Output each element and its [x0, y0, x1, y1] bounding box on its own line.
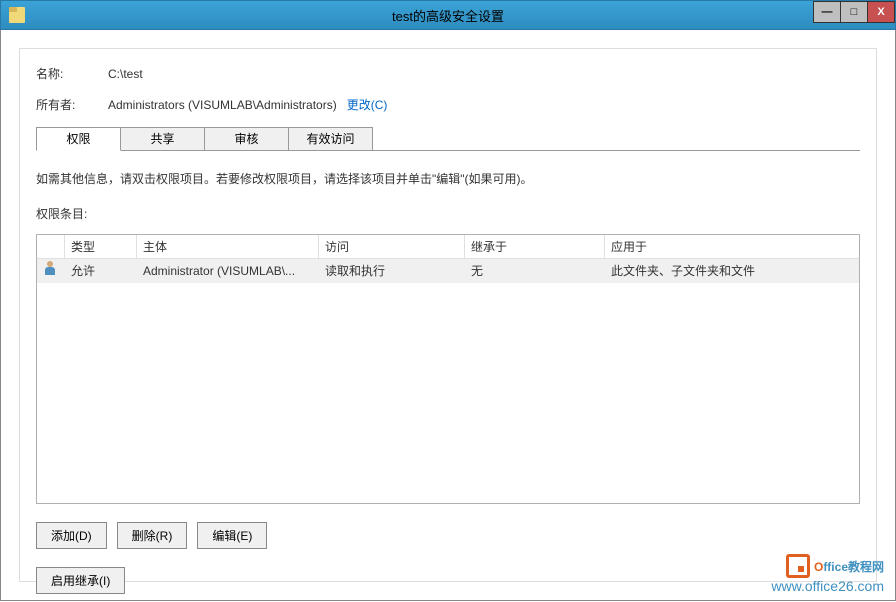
button-row: 添加(D) 删除(R) 编辑(E) — [36, 522, 860, 549]
name-row: 名称: C:\test — [36, 65, 860, 82]
row-applies: 此文件夹、子文件夹和文件 — [605, 259, 859, 283]
permissions-table: 类型 主体 访问 继承于 应用于 允许 Administrator (VISUM… — [36, 234, 860, 504]
owner-label: 所有者: — [36, 96, 108, 113]
instructions-text: 如需其他信息，请双击权限项目。若要修改权限项目，请选择该项目并单击"编辑"(如果… — [36, 170, 860, 187]
tab-effective-access[interactable]: 有效访问 — [288, 127, 373, 151]
owner-value: Administrators (VISUMLAB\Administrators) — [108, 98, 337, 112]
header-inherited[interactable]: 继承于 — [465, 235, 605, 258]
folder-icon — [9, 7, 25, 23]
content-wrap: 名称: C:\test 所有者: Administrators (VISUMLA… — [19, 48, 877, 582]
name-label: 名称: — [36, 65, 108, 82]
add-button[interactable]: 添加(D) — [36, 522, 107, 549]
tab-share[interactable]: 共享 — [120, 127, 205, 151]
tab-bar: 权限 共享 审核 有效访问 — [36, 127, 860, 151]
edit-button[interactable]: 编辑(E) — [197, 522, 267, 549]
permission-entries-label: 权限条目: — [36, 205, 860, 222]
watermark-brand: Office教程网 — [771, 554, 884, 578]
tab-underline — [36, 150, 860, 151]
header-applies[interactable]: 应用于 — [605, 235, 859, 258]
name-value: C:\test — [108, 67, 143, 81]
tab-audit[interactable]: 审核 — [204, 127, 289, 151]
title-bar: test的高级安全设置 — □ X — [0, 0, 896, 30]
header-principal[interactable]: 主体 — [137, 235, 319, 258]
watermark-logo-icon — [786, 554, 810, 578]
minimize-button[interactable]: — — [813, 1, 841, 23]
table-row[interactable]: 允许 Administrator (VISUMLAB\... 读取和执行 无 此… — [37, 259, 859, 283]
row-principal: Administrator (VISUMLAB\... — [137, 259, 319, 283]
row-inherited: 无 — [465, 259, 605, 283]
window-title: test的高级安全设置 — [392, 6, 504, 25]
table-header: 类型 主体 访问 继承于 应用于 — [37, 235, 859, 259]
header-type[interactable]: 类型 — [65, 235, 137, 258]
user-icon — [43, 261, 57, 275]
maximize-button[interactable]: □ — [840, 1, 868, 23]
window-controls: — □ X — [814, 1, 895, 29]
change-owner-link[interactable]: 更改(C) — [347, 96, 388, 113]
watermark-o: O — [814, 560, 823, 574]
watermark-url: www.office26.com — [771, 578, 884, 594]
owner-row: 所有者: Administrators (VISUMLAB\Administra… — [36, 96, 860, 113]
close-button[interactable]: X — [867, 1, 895, 23]
inherit-row: 启用继承(I) — [36, 567, 860, 594]
row-icon-cell — [37, 259, 65, 283]
row-type: 允许 — [65, 259, 137, 283]
remove-button[interactable]: 删除(R) — [117, 522, 188, 549]
row-access: 读取和执行 — [319, 259, 465, 283]
tab-permissions[interactable]: 权限 — [36, 127, 121, 151]
header-access[interactable]: 访问 — [319, 235, 465, 258]
watermark: Office教程网 www.office26.com — [771, 554, 884, 594]
enable-inheritance-button[interactable]: 启用继承(I) — [36, 567, 125, 594]
window-body: 名称: C:\test 所有者: Administrators (VISUMLA… — [0, 30, 896, 601]
header-blank — [37, 235, 65, 258]
watermark-text: ffice教程网 — [823, 560, 884, 574]
